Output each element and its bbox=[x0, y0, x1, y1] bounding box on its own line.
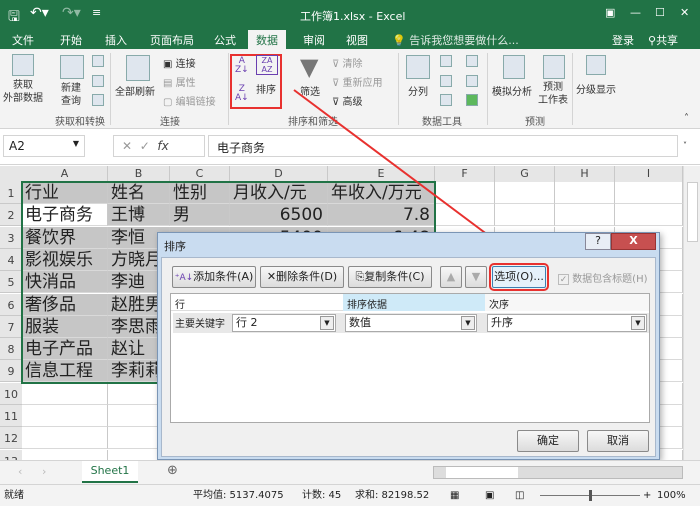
chevron-down-icon: ▼ bbox=[320, 316, 334, 330]
zoom-level[interactable]: 100% bbox=[657, 485, 686, 507]
page-break-view-icon[interactable]: ◫ bbox=[515, 485, 524, 507]
chevron-down-icon: ▼ bbox=[461, 316, 475, 330]
chevron-down-icon: ▼ bbox=[631, 316, 645, 330]
horizontal-scrollbar[interactable] bbox=[433, 466, 683, 479]
add-sort-icon: ⁺A↓ bbox=[174, 273, 194, 283]
sort-level-row[interactable]: 主要关键字 行 2 ▼ 数值 ▼ 升序 ▼ bbox=[173, 313, 649, 333]
zoom-slider[interactable] bbox=[540, 490, 640, 501]
prev-sheet-icon[interactable]: ‹ bbox=[18, 465, 22, 478]
next-sheet-icon[interactable]: › bbox=[42, 465, 46, 478]
copy-icon: ⎘ bbox=[355, 270, 365, 283]
sort-key-value: 行 2 bbox=[236, 316, 258, 329]
order-value: 升序 bbox=[491, 316, 513, 329]
has-headers-checkbox[interactable]: ✓ 数据包含标题(H) bbox=[558, 270, 648, 285]
sheet-tab-sheet1[interactable]: Sheet1 bbox=[82, 461, 138, 483]
has-headers-label: 数据包含标题(H) bbox=[572, 274, 648, 285]
options-button[interactable]: 选项(O)... bbox=[489, 263, 549, 291]
status-sum: 求和: 82198.52 bbox=[355, 490, 430, 501]
delete-level-label: 删除条件(D) bbox=[276, 270, 338, 283]
delete-icon: ✕ bbox=[266, 270, 277, 283]
scrollbar-thumb[interactable] bbox=[446, 467, 518, 478]
header-order: 次序 bbox=[485, 294, 649, 311]
sort-on-select[interactable]: 数值 ▼ bbox=[345, 314, 477, 332]
sheet-tab-bar: ‹ › Sheet1 ⊕ bbox=[0, 460, 700, 484]
cancel-button[interactable]: 取消 bbox=[587, 430, 649, 452]
ok-button[interactable]: 确定 bbox=[517, 430, 579, 452]
copy-level-button[interactable]: ⎘复制条件(C) bbox=[348, 266, 432, 288]
delete-level-button[interactable]: ✕删除条件(D) bbox=[260, 266, 344, 288]
header-sort-on: 排序依据 bbox=[343, 294, 485, 311]
status-count: 计数: 45 bbox=[302, 490, 342, 501]
add-sheet-icon[interactable]: ⊕ bbox=[167, 463, 178, 478]
order-select[interactable]: 升序 ▼ bbox=[487, 314, 647, 332]
status-average: 平均值: 5137.4075 bbox=[193, 490, 284, 501]
dialog-close-button[interactable]: X bbox=[611, 233, 656, 250]
dialog-title: 排序 bbox=[164, 240, 186, 253]
status-bar: 就绪 平均值: 5137.4075 计数: 45 求和: 82198.52 ▦ … bbox=[0, 484, 700, 506]
primary-key-label: 主要关键字 bbox=[175, 319, 225, 330]
move-down-button[interactable]: ▼ bbox=[465, 266, 487, 288]
move-up-button[interactable]: ▲ bbox=[440, 266, 462, 288]
zoom-in-icon[interactable]: + bbox=[643, 485, 651, 507]
add-level-button[interactable]: ⁺A↓添加条件(A) bbox=[172, 266, 256, 288]
dialog-body: ⁺A↓添加条件(A) ✕删除条件(D) ⎘复制条件(C) ▲ ▼ 选项(O)..… bbox=[161, 257, 656, 457]
page-layout-view-icon[interactable]: ▣ bbox=[485, 485, 494, 507]
zoom-slider-thumb[interactable] bbox=[589, 490, 592, 501]
checkbox-check-icon: ✓ bbox=[558, 274, 569, 285]
status-ready: 就绪 bbox=[4, 490, 24, 501]
header-column: 行 bbox=[171, 294, 343, 311]
copy-level-label: 复制条件(C) bbox=[364, 270, 425, 283]
sort-levels-table: 行 排序依据 次序 主要关键字 行 2 ▼ 数值 ▼ 升序 ▼ bbox=[170, 293, 650, 423]
sort-key-select[interactable]: 行 2 ▼ bbox=[232, 314, 336, 332]
normal-view-icon[interactable]: ▦ bbox=[450, 485, 459, 507]
help-button[interactable]: ? bbox=[585, 233, 611, 250]
sort-on-value: 数值 bbox=[349, 316, 371, 329]
add-level-label: 添加条件(A) bbox=[193, 270, 254, 283]
sort-dialog: 排序 ? X ⁺A↓添加条件(A) ✕删除条件(D) ⎘复制条件(C) ▲ ▼ … bbox=[157, 232, 660, 460]
